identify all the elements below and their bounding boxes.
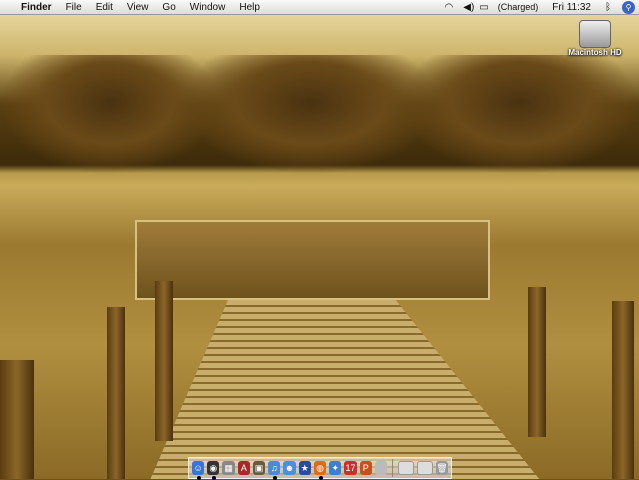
menu-edit[interactable]: Edit [89,2,120,13]
menu-bar: Finder File Edit View Go Window Help ◠ ◀… [0,0,639,15]
hard-drive-icon [579,20,611,48]
dock-system-preferences-icon[interactable] [374,461,388,475]
dock-itunes-icon[interactable]: ♫ [268,461,281,480]
dock-firefox-icon[interactable]: ◍ [313,461,327,480]
menu-file[interactable]: File [59,2,89,13]
dock: ☺ ◉ ▦ A ▣ ♫ ☻ ★ ◍ ✦ 17 P 🗑 [188,457,452,480]
spotlight-icon[interactable]: ⚲ [622,0,635,14]
wifi-icon[interactable]: ◠ [438,2,461,13]
menu-window[interactable]: Window [183,2,233,13]
dock-ichat-icon[interactable]: ☻ [283,461,296,475]
dock-iphoto-icon[interactable]: ▣ [252,461,266,475]
dock-minimized-window-1[interactable] [397,461,414,475]
dock-dictionary-icon[interactable]: A [237,461,250,475]
dock-finder-icon[interactable]: ☺ [192,461,205,480]
volume-icon[interactable]: ◀) [460,2,477,13]
menu-go[interactable]: Go [155,2,182,13]
dock-safari-icon[interactable]: ✦ [329,461,342,475]
battery-icon[interactable]: ▭ [477,2,490,13]
menu-help[interactable]: Help [232,2,267,13]
dock-calculator-icon[interactable]: ▦ [222,461,235,475]
dock-dashboard-icon[interactable]: ◉ [207,461,220,480]
dock-preview-icon[interactable]: P [359,461,372,475]
dock-imovie-icon[interactable]: ★ [298,461,311,475]
dock-minimized-window-2[interactable] [416,461,433,475]
dock-trash-icon[interactable]: 🗑 [435,461,449,475]
desktop-wallpaper [0,15,639,479]
menu-app-finder[interactable]: Finder [14,2,59,13]
dock-ical-icon[interactable]: 17 [344,461,357,475]
dock-separator [392,459,393,477]
menu-view[interactable]: View [120,2,156,13]
bluetooth-icon[interactable]: ᛒ [598,2,618,13]
battery-status[interactable]: (Charged) [491,2,546,12]
drive-label: Macintosh HD [568,48,622,57]
wallpaper-pier [135,220,490,300]
clock[interactable]: Fri 11:32 [545,2,598,13]
macintosh-hd-icon[interactable]: Macintosh HD [565,20,625,57]
wallpaper-boardwalk [150,300,540,479]
